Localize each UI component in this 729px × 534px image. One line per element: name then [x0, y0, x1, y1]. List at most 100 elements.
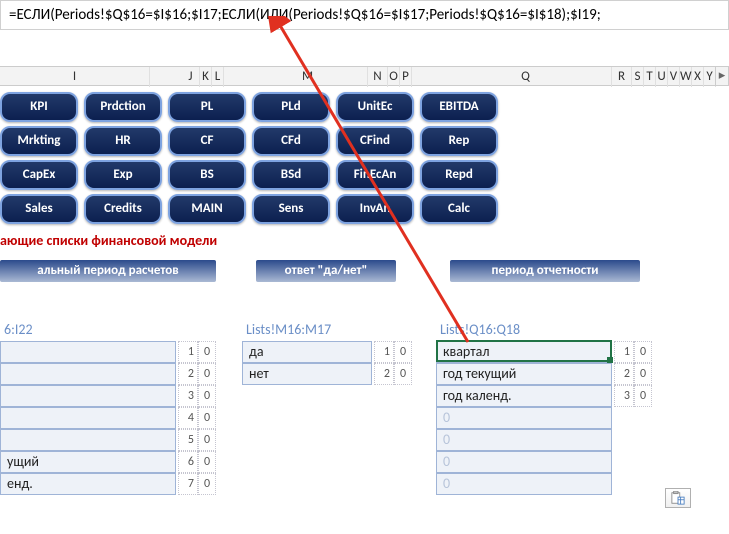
nav-btn-hr[interactable]: HR	[84, 126, 162, 156]
col-header-X[interactable]: X	[692, 67, 704, 87]
nav-btn-bsd[interactable]: BSd	[252, 160, 330, 190]
nav-btn-exp[interactable]: Exp	[84, 160, 162, 190]
list-item[interactable]: 40	[0, 407, 216, 429]
col-header-L[interactable]: L	[212, 67, 224, 87]
cell-value[interactable]: нет	[242, 363, 372, 385]
nav-btn-cfind[interactable]: CFind	[336, 126, 414, 156]
nav-btn-cf[interactable]: CF	[168, 126, 246, 156]
nav-btn-ebitda[interactable]: EBITDA	[420, 92, 498, 122]
cell-index: 4	[178, 407, 198, 429]
scroll-right-button[interactable]: ▸	[715, 66, 729, 86]
header-period-calc: альный период расчетов	[0, 260, 216, 282]
col-header-O[interactable]: O	[388, 67, 400, 87]
cell-value[interactable]: ущий	[0, 451, 176, 473]
list-item[interactable]: 0	[436, 407, 652, 429]
nav-btn-capex[interactable]: CapEx	[0, 160, 78, 190]
cell-value[interactable]: да	[242, 341, 372, 363]
cell-value[interactable]: 0	[436, 429, 612, 451]
cell-flag: 0	[198, 363, 216, 385]
nav-btn-bs[interactable]: BS	[168, 160, 246, 190]
nav-btn-calc[interactable]: Calc	[420, 194, 498, 224]
list-period-calc: 6:I221020304050ущий60енд.70	[0, 318, 216, 495]
cell-index: 2	[178, 363, 198, 385]
nav-btn-cfd[interactable]: CFd	[252, 126, 330, 156]
list-item[interactable]: год текущий20	[436, 363, 652, 385]
list-item[interactable]: енд.70	[0, 473, 216, 495]
cell-index: 1	[614, 341, 634, 363]
cell-value[interactable]	[0, 407, 176, 429]
list-item[interactable]: да10	[242, 341, 422, 363]
nav-btn-rep[interactable]: Rep	[420, 126, 498, 156]
cell-value[interactable]: 0	[436, 473, 612, 495]
cell-flag: 0	[198, 473, 216, 495]
col-header-W[interactable]: W	[680, 67, 692, 87]
col-header-J[interactable]: J	[182, 67, 200, 87]
cell-index: 1	[374, 341, 394, 363]
cell-flag: 0	[394, 341, 412, 363]
cell-value[interactable]: квартал	[436, 341, 612, 363]
list-item[interactable]: 0	[436, 451, 652, 473]
cell-value[interactable]	[0, 363, 176, 385]
formula-bar[interactable]: =ЕСЛИ(Periods!$Q$16=$I$16;$I17;ЕСЛИ(ИЛИ(…	[0, 0, 729, 30]
list-item[interactable]: 50	[0, 429, 216, 451]
range-label: 6:I22	[0, 318, 216, 341]
nav-btn-main[interactable]: MAIN	[168, 194, 246, 224]
nav-btn-credits[interactable]: Credits	[84, 194, 162, 224]
cell-value[interactable]: год календ.	[436, 385, 612, 407]
list-item[interactable]: 0	[436, 473, 652, 495]
col-header-V[interactable]: V	[668, 67, 680, 87]
cell-value[interactable]: год текущий	[436, 363, 612, 385]
list-item[interactable]: 20	[0, 363, 216, 385]
cell-value[interactable]	[0, 341, 176, 363]
nav-btn-pld[interactable]: PLd	[252, 92, 330, 122]
cell-index: 2	[614, 363, 634, 385]
cell-flag: 0	[394, 363, 412, 385]
cell-value[interactable]	[0, 429, 176, 451]
nav-btn-sales[interactable]: Sales	[0, 194, 78, 224]
col-header-M[interactable]: M	[248, 67, 368, 87]
cell-index: 5	[178, 429, 198, 451]
col-header-N[interactable]: N	[368, 67, 388, 87]
nav-btn-pl[interactable]: PL	[168, 92, 246, 122]
cell-index: 7	[178, 473, 198, 495]
list-item[interactable]: нет20	[242, 363, 422, 385]
nav-btn-invan[interactable]: InvAn	[336, 194, 414, 224]
col-header-I[interactable]: I	[0, 67, 150, 87]
list-report-period: Lists!Q16:Q18квартал10год текущий20год к…	[436, 318, 652, 495]
list-item[interactable]: 0	[436, 429, 652, 451]
col-header-Q[interactable]: Q	[440, 67, 612, 87]
col-header-P[interactable]: P	[400, 67, 412, 87]
col-header-K[interactable]: K	[200, 67, 212, 87]
list-item[interactable]: 10	[0, 341, 216, 363]
cell-flag: 0	[198, 429, 216, 451]
col-header-S[interactable]: S	[632, 67, 644, 87]
paste-options-button[interactable]	[665, 488, 691, 508]
list-item[interactable]: 30	[0, 385, 216, 407]
cell-flag: 0	[198, 341, 216, 363]
range-label: Lists!M16:M17	[242, 318, 422, 341]
list-item[interactable]: год календ.30	[436, 385, 652, 407]
cell-flag: 0	[634, 341, 652, 363]
nav-btn-prdction[interactable]: Prdction	[84, 92, 162, 122]
cell-index: 3	[178, 385, 198, 407]
nav-btn-unitec[interactable]: UnitEc	[336, 92, 414, 122]
nav-btn-mrkting[interactable]: Mrkting	[0, 126, 78, 156]
list-item[interactable]: ущий60	[0, 451, 216, 473]
nav-btn-sens[interactable]: Sens	[252, 194, 330, 224]
col-header-T[interactable]: T	[644, 67, 656, 87]
list-item[interactable]: квартал10	[436, 341, 652, 363]
cell-value[interactable]: енд.	[0, 473, 176, 495]
nav-btn-kpi[interactable]: KPI	[0, 92, 78, 122]
formula-text: =ЕСЛИ(Periods!$Q$16=$I$16;$I17;ЕСЛИ(ИЛИ(…	[9, 6, 601, 24]
cell-value[interactable]: 0	[436, 451, 612, 473]
col-header-U[interactable]: U	[656, 67, 668, 87]
cell-index: 6	[178, 451, 198, 473]
cell-value[interactable]: 0	[436, 407, 612, 429]
range-label: Lists!Q16:Q18	[436, 318, 652, 341]
col-header-R[interactable]: R	[612, 67, 632, 87]
column-headers: IJKLMNOPQRSTUVWXY	[0, 66, 729, 86]
nav-btn-finecan[interactable]: FinEcAn	[336, 160, 414, 190]
cell-flag: 0	[198, 451, 216, 473]
nav-btn-repd[interactable]: Repd	[420, 160, 498, 190]
cell-value[interactable]	[0, 385, 176, 407]
